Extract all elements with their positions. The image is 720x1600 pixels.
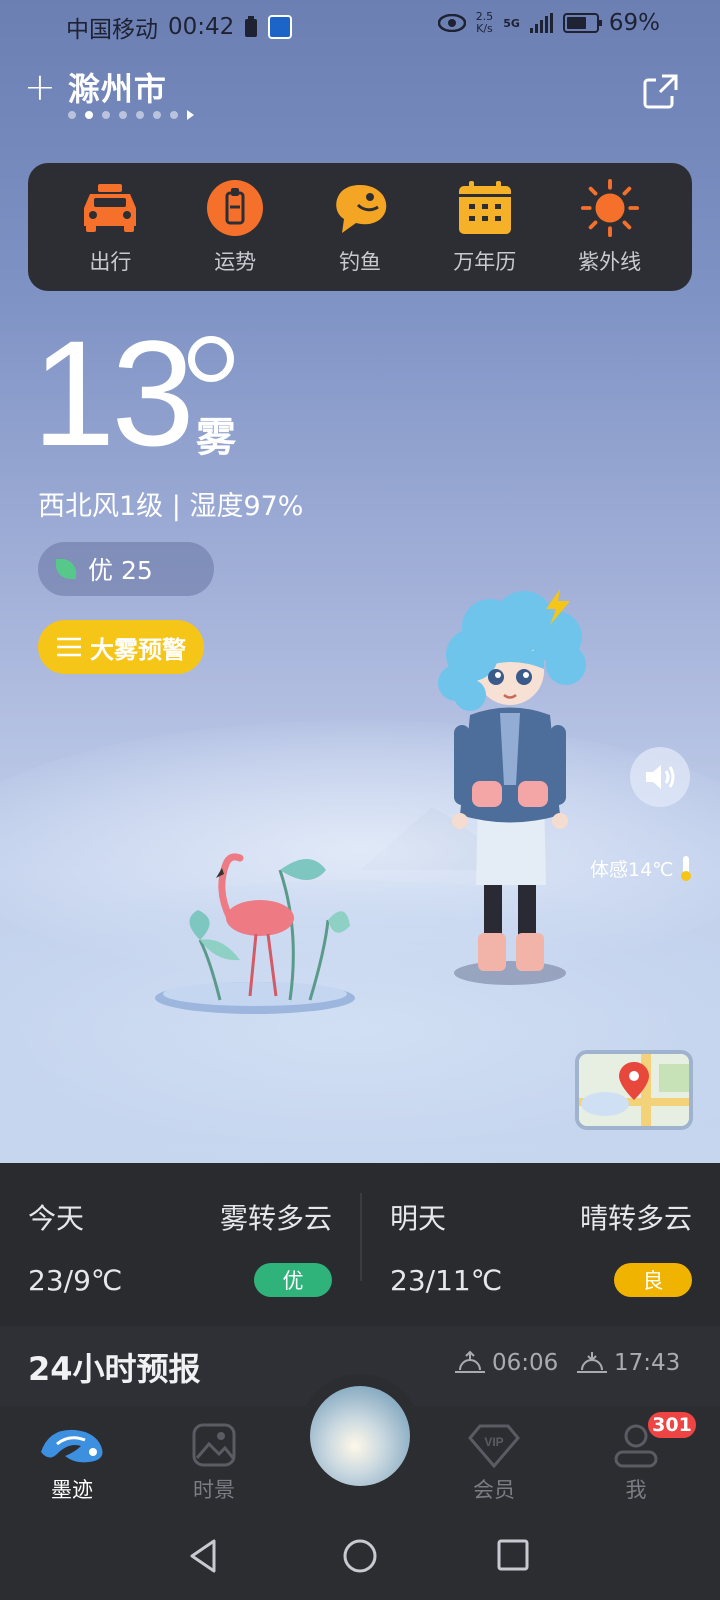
fish-icon — [336, 185, 387, 233]
forecast-day: 明天 — [390, 1202, 447, 1235]
forecast-day: 今天 — [28, 1202, 85, 1235]
forecast-temps: 23/11℃ — [390, 1263, 503, 1297]
current-condition: 雾 — [196, 415, 236, 461]
battery-icon — [562, 13, 602, 33]
notification-badge: 301 — [646, 1410, 698, 1440]
image-icon — [192, 1423, 236, 1467]
feels-like: 体感14℃ — [590, 854, 694, 882]
map-pin-icon — [579, 1054, 689, 1126]
tab-label: 墨迹 — [51, 1478, 93, 1502]
network-speed: 2.5 K/s — [475, 10, 494, 35]
forecast-aqi-badge: 良 — [614, 1263, 692, 1297]
share-icon[interactable] — [642, 72, 680, 110]
taxi-icon — [84, 184, 137, 232]
signal-icon — [529, 13, 553, 33]
degree-symbol — [188, 336, 234, 382]
hourly-title: 24小时预报 — [28, 1350, 201, 1388]
home-icon[interactable] — [342, 1538, 378, 1574]
tab-moji[interactable]: 墨迹 — [22, 1422, 122, 1504]
quick-action-label: 运势 — [214, 250, 257, 274]
fog-warning-badge[interactable]: 大雾预警 — [38, 620, 204, 674]
location-arrow-icon — [187, 110, 194, 120]
quick-action-fishing[interactable]: 钓鱼 — [310, 178, 410, 276]
forecast-condition: 雾转多云 — [219, 1202, 332, 1235]
status-bar: 中国移动 00:42 2.5 K/s 5G 69% — [0, 0, 720, 50]
weather-avatar[interactable] — [420, 585, 620, 1005]
city-name[interactable]: 滁州市 — [68, 64, 167, 110]
system-navigation-bar — [0, 1516, 720, 1600]
quick-action-label: 紫外线 — [578, 250, 642, 274]
forecast-temps: 23/9℃ — [28, 1263, 123, 1297]
aqi-value: 优 25 — [88, 556, 153, 585]
forecast-condition: 晴转多云 — [579, 1202, 692, 1235]
calendar-icon — [458, 181, 511, 234]
aqi-badge[interactable]: 优 25 — [38, 542, 214, 596]
leaf-icon — [56, 559, 76, 579]
current-temperature: 13 — [32, 309, 195, 477]
warning-label: 大雾预警 — [90, 635, 186, 664]
tab-vip[interactable]: VIP 会员 — [444, 1422, 544, 1504]
battery-percent: 69% — [608, 10, 660, 36]
quick-actions-bar: 出行 运势 钓鱼 万年历 紫外线 — [28, 163, 692, 291]
quick-action-calendar[interactable]: 万年历 — [435, 178, 535, 276]
app-notification-icon — [268, 15, 293, 39]
network-type: 5G — [503, 16, 520, 30]
location-header: + 滁州市 — [24, 64, 167, 110]
city-page-indicator — [68, 110, 194, 120]
sunrise: 06:06 — [454, 1350, 558, 1376]
quick-action-label: 出行 — [89, 250, 132, 274]
daily-forecast-strip: 今天 雾转多云 23/9℃ 优 明天 晴转多云 23/11℃ 良 — [0, 1163, 720, 1309]
wind-humidity: 西北风1级 | 湿度97% — [38, 491, 304, 522]
fortune-icon — [207, 180, 264, 236]
forecast-today[interactable]: 今天 雾转多云 23/9℃ 优 — [0, 1163, 360, 1309]
sunset-icon — [577, 1352, 607, 1373]
tab-label: 我 — [625, 1478, 647, 1502]
moji-logo-icon — [41, 1429, 103, 1463]
fog-icon — [57, 637, 81, 657]
svg-text:VIP: VIP — [484, 1435, 503, 1449]
tab-label: 会员 — [473, 1478, 515, 1502]
quick-action-label: 钓鱼 — [338, 250, 381, 274]
quick-action-uv[interactable]: 紫外线 — [560, 178, 660, 276]
sky-thumbnail — [310, 1386, 410, 1486]
sun-icon — [580, 178, 639, 238]
sim-icon — [245, 16, 258, 37]
quick-action-label: 万年历 — [453, 250, 517, 274]
tab-scenery[interactable]: 时景 — [164, 1422, 264, 1504]
vip-diamond-icon: VIP — [468, 1424, 520, 1468]
eye-icon — [437, 14, 466, 32]
voice-broadcast-button[interactable] — [630, 747, 690, 807]
flamingo-illustration — [155, 853, 355, 1014]
recents-icon[interactable] — [496, 1538, 530, 1572]
forecast-tomorrow[interactable]: 明天 晴转多云 23/11℃ 良 — [360, 1193, 720, 1297]
speaker-icon — [646, 765, 675, 789]
sunrise-icon — [455, 1350, 485, 1373]
carrier-label: 中国移动 — [66, 17, 158, 43]
sunset: 17:43 — [576, 1350, 680, 1376]
live-scene-button[interactable] — [298, 1374, 422, 1498]
add-city-button[interactable]: + — [24, 67, 56, 107]
tab-label: 时景 — [193, 1478, 235, 1502]
clock: 00:42 — [168, 14, 235, 40]
back-icon[interactable] — [188, 1538, 220, 1574]
quick-action-fortune[interactable]: 运势 — [185, 178, 285, 276]
quick-action-travel[interactable]: 出行 — [60, 178, 160, 276]
forecast-aqi-badge: 优 — [254, 1263, 332, 1297]
thermometer-icon — [680, 856, 691, 881]
weather-map-button[interactable] — [575, 1050, 693, 1130]
